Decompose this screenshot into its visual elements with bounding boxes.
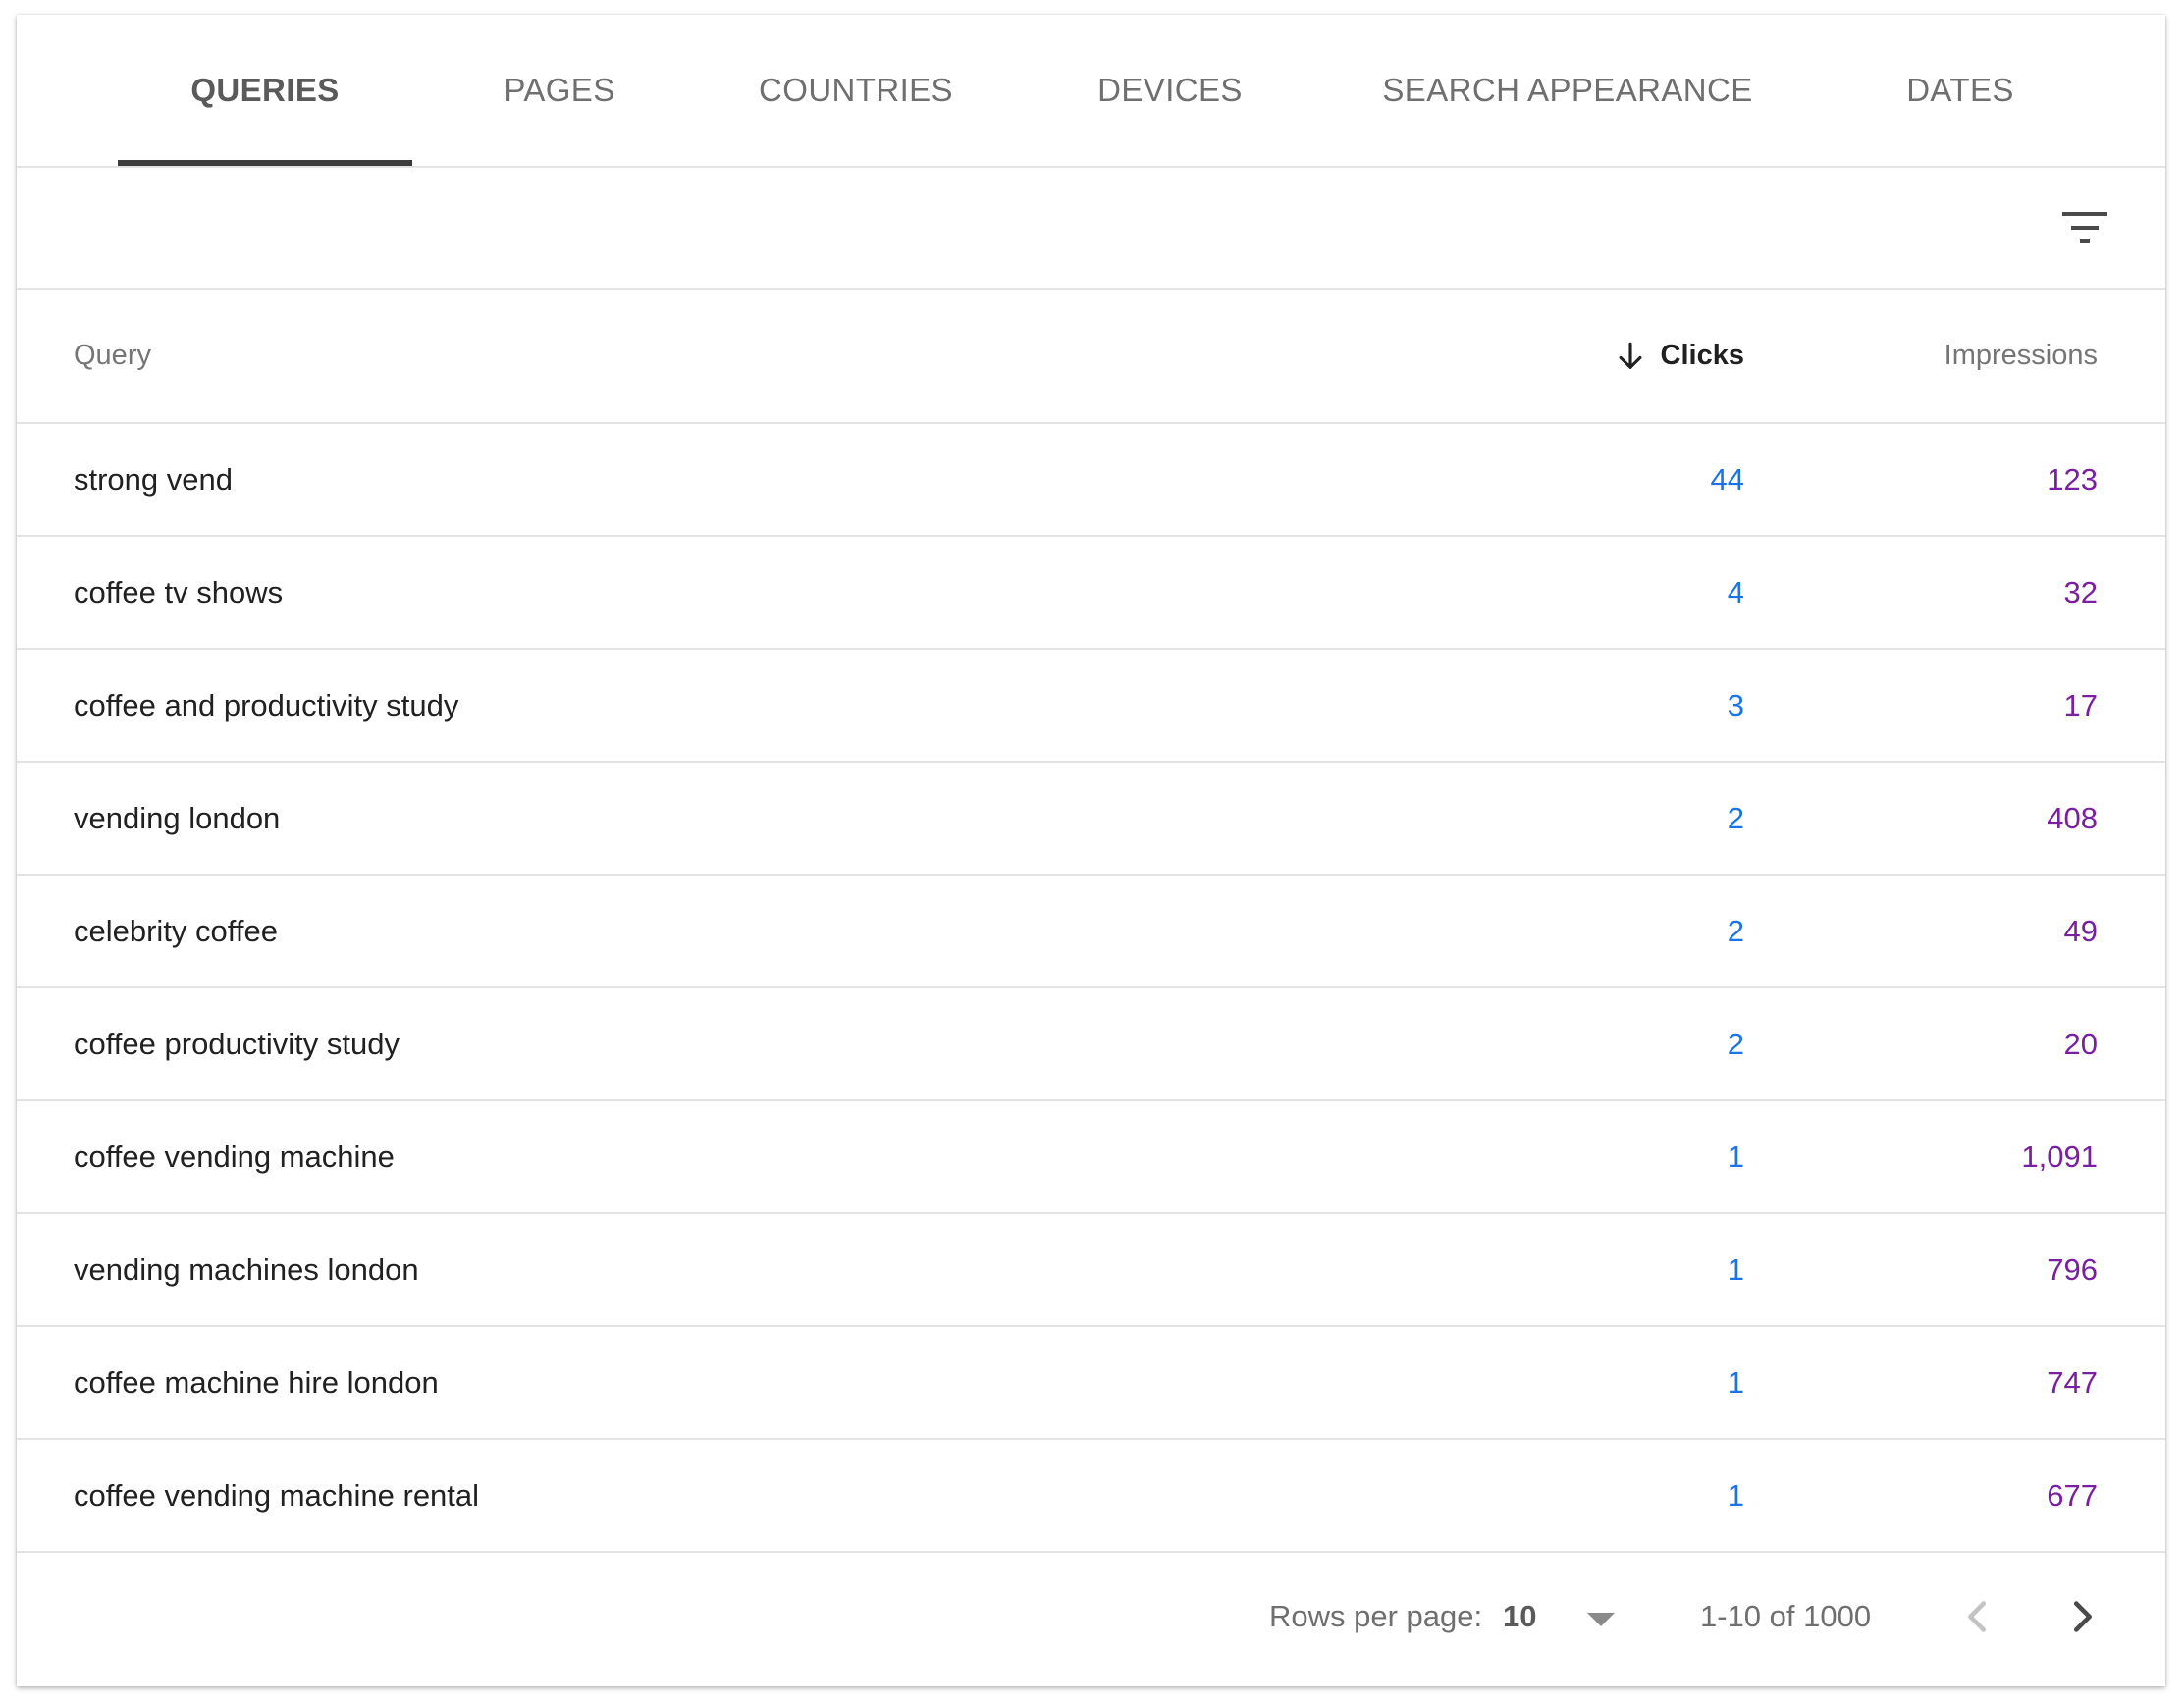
chevron-right-icon[interactable] (2059, 1594, 2104, 1639)
query-cell: vending london (74, 800, 281, 835)
impressions-cell: 408 (2047, 800, 2098, 835)
impressions-cell: 1,091 (2021, 1139, 2098, 1174)
clicks-cell: 1 (1727, 1364, 1744, 1400)
tab-queries[interactable]: QUERIES (118, 15, 412, 166)
query-cell: coffee machine hire london (74, 1364, 439, 1400)
column-header-clicks[interactable]: Clicks (1614, 290, 1744, 422)
impressions-cell: 17 (2063, 687, 2098, 722)
clicks-cell: 4 (1727, 574, 1744, 610)
tab-devices[interactable]: DEVICES (1057, 15, 1283, 166)
active-tab-indicator (118, 160, 412, 166)
dimension-tabs: QUERIES PAGES COUNTRIES DEVICES SEARCH A… (17, 15, 2165, 168)
query-cell: coffee vending machine rental (74, 1477, 480, 1513)
column-header-query[interactable]: Query (74, 290, 151, 422)
table-row[interactable]: coffee vending machine rental 1 677 (17, 1440, 2165, 1553)
filter-list-icon[interactable] (2062, 210, 2107, 245)
impressions-cell: 20 (2063, 1026, 2098, 1061)
column-header-clicks-label: Clicks (1660, 340, 1744, 371)
table-row[interactable]: coffee vending machine 1 1,091 (17, 1101, 2165, 1214)
pagination-range: 1-10 of 1000 (1700, 1599, 1872, 1633)
impressions-cell: 747 (2047, 1364, 2098, 1400)
pagination-footer: Rows per page: 10 1-10 of 1000 (17, 1568, 2165, 1686)
clicks-cell: 2 (1727, 800, 1744, 835)
arrow-down-icon (1619, 342, 1642, 369)
query-cell: coffee tv shows (74, 574, 284, 610)
impressions-cell: 677 (2047, 1477, 2098, 1513)
query-cell: strong vend (74, 461, 233, 497)
clicks-cell: 1 (1727, 1251, 1744, 1287)
table-row[interactable]: coffee machine hire london 1 747 (17, 1327, 2165, 1440)
clicks-cell: 1 (1727, 1139, 1744, 1174)
clicks-cell: 2 (1727, 1026, 1744, 1061)
impressions-cell: 49 (2063, 913, 2098, 948)
tab-search-appearance[interactable]: SEARCH APPEARANCE (1371, 15, 1764, 166)
chevron-left-icon[interactable] (1955, 1594, 2000, 1639)
table-row[interactable]: strong vend 44 123 (17, 424, 2165, 537)
caret-down-icon (1587, 1613, 1615, 1626)
performance-table-card: QUERIES PAGES COUNTRIES DEVICES SEARCH A… (17, 15, 2165, 1686)
table-row[interactable]: coffee tv shows 4 32 (17, 537, 2165, 650)
clicks-cell: 3 (1727, 687, 1744, 722)
query-cell: celebrity coffee (74, 913, 278, 948)
table-row[interactable]: coffee and productivity study 3 17 (17, 650, 2165, 763)
impressions-cell: 123 (2047, 461, 2098, 497)
table-row[interactable]: vending london 2 408 (17, 763, 2165, 876)
query-cell: coffee productivity study (74, 1026, 400, 1061)
query-cell: coffee and productivity study (74, 687, 459, 722)
rows-per-page-label: Rows per page: (1269, 1599, 1483, 1633)
rows-per-page-value: 10 (1503, 1599, 1537, 1633)
table-row[interactable]: coffee productivity study 2 20 (17, 988, 2165, 1101)
table-row[interactable]: vending machines london 1 796 (17, 1214, 2165, 1327)
query-cell: vending machines london (74, 1251, 419, 1287)
tab-dates[interactable]: DATES (1862, 15, 2058, 166)
clicks-cell: 44 (1710, 461, 1744, 497)
impressions-cell: 796 (2047, 1251, 2098, 1287)
tab-countries[interactable]: COUNTRIES (723, 15, 988, 166)
table-header: Query Clicks Impressions (17, 290, 2165, 424)
impressions-cell: 32 (2063, 574, 2098, 610)
clicks-cell: 1 (1727, 1477, 1744, 1513)
filter-bar (17, 168, 2165, 290)
rows-per-page-select[interactable]: 10 (1503, 1568, 1621, 1666)
column-header-impressions[interactable]: Impressions (1944, 290, 2098, 422)
tab-pages[interactable]: PAGES (461, 15, 658, 166)
clicks-cell: 2 (1727, 913, 1744, 948)
table-row[interactable]: celebrity coffee 2 49 (17, 876, 2165, 988)
query-cell: coffee vending machine (74, 1139, 395, 1174)
